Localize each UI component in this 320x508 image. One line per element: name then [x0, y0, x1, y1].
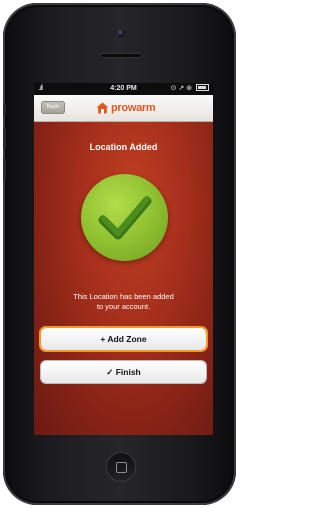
prowarm-logo: prowarm: [96, 100, 156, 116]
add-zone-button[interactable]: + Add Zone: [41, 328, 206, 350]
checkmark-icon: [98, 196, 152, 240]
volume-down-button: [3, 158, 6, 180]
finish-button[interactable]: ✓ Finish: [41, 361, 206, 383]
success-badge: [81, 174, 168, 261]
earpiece-speaker: [100, 53, 142, 58]
status-bar: ..ıll 4:20 PM ⊙ ↗ ⊛: [34, 83, 213, 95]
back-button[interactable]: Back: [41, 101, 65, 114]
status-indicators: ⊙ ↗ ⊛: [171, 83, 209, 95]
confirmation-message: This Location has been added to your acc…: [34, 292, 213, 312]
home-button[interactable]: [106, 452, 136, 482]
logo-text: prowarm: [111, 102, 156, 114]
message-line-2: to your account.: [96, 302, 151, 311]
mute-switch: [3, 103, 6, 115]
phone-frame: ..ıll 4:20 PM ⊙ ↗ ⊛ Back prowarm Locatio…: [3, 3, 236, 505]
app-header: Back prowarm: [34, 95, 213, 122]
volume-up-button: [3, 128, 6, 150]
status-icons: ⊙ ↗ ⊛: [170, 85, 193, 92]
battery-icon: [196, 84, 209, 91]
house-icon: [96, 102, 109, 114]
front-camera: [117, 29, 125, 37]
message-line-1: This Location has been added: [73, 292, 174, 301]
page-title: Location Added: [89, 142, 158, 152]
app-screen: ..ıll 4:20 PM ⊙ ↗ ⊛ Back prowarm Locatio…: [34, 83, 213, 435]
